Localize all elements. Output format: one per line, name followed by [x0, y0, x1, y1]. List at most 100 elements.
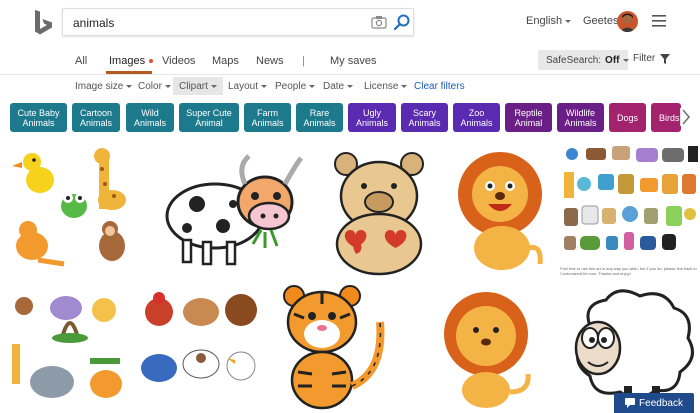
pill-line2: Animals: [79, 117, 112, 128]
chat-icon: [625, 398, 636, 408]
pill-scary[interactable]: Scary Animals: [401, 103, 448, 132]
safesearch-value: Off: [605, 54, 620, 66]
pill-line1: Dogs: [616, 112, 638, 123]
filter-people-label: People: [275, 81, 307, 92]
pill-line1: Reptile: [514, 107, 543, 118]
language-selector[interactable]: English: [526, 15, 572, 27]
filter-button[interactable]: Filter: [633, 53, 671, 64]
pill-line2: Animals: [564, 117, 597, 128]
filter-people[interactable]: People: [275, 81, 316, 92]
image-result-cute-lion[interactable]: [424, 282, 554, 410]
filter-license[interactable]: License: [364, 81, 408, 92]
pill-line2: Animals: [460, 117, 493, 128]
image-result-farm-animals[interactable]: [135, 288, 265, 404]
filter-image-size-label: Image size: [75, 81, 124, 92]
search-input[interactable]: [73, 14, 353, 32]
pill-line1: Super Cute: [186, 107, 232, 118]
pill-line1: Wild: [141, 107, 159, 118]
pill-reptile[interactable]: Reptile Animal: [505, 103, 552, 132]
caret-down-icon: [210, 84, 217, 88]
filter-layout[interactable]: Layout: [228, 81, 268, 92]
camera-icon[interactable]: [371, 15, 387, 29]
filter-icon: [660, 53, 671, 64]
pill-line2: Animal: [514, 117, 543, 128]
caret-down-icon: [126, 84, 133, 88]
image-result-cartoon-animals[interactable]: [4, 144, 138, 276]
safesearch-dropdown[interactable]: SafeSearch: Off: [538, 50, 629, 70]
image-result-teddy-bear[interactable]: [320, 144, 438, 276]
pill-zoo[interactable]: Zoo Animals: [453, 103, 500, 132]
tab-all[interactable]: All: [75, 55, 87, 67]
filter-license-label: License: [364, 81, 399, 92]
filter-color-label: Color: [138, 81, 162, 92]
filter-layout-label: Layout: [228, 81, 259, 92]
pill-line2: Animals: [22, 117, 55, 128]
filter-date[interactable]: Date: [323, 81, 354, 92]
pill-line2: Animals: [303, 117, 336, 128]
pill-line2: Animals: [355, 117, 388, 128]
tab-my-saves[interactable]: My saves: [330, 55, 376, 67]
image-result-jungle-animals[interactable]: [4, 288, 132, 404]
pill-line1: Wildlife: [565, 107, 595, 118]
caret-down-icon: [347, 84, 354, 88]
pill-line2: Animals: [408, 117, 441, 128]
pill-farm[interactable]: Farm Animals: [244, 103, 291, 132]
clear-filters-link[interactable]: Clear filters: [414, 81, 465, 92]
pill-birds[interactable]: Birds: [651, 103, 681, 132]
pill-rare[interactable]: Rare Animals: [296, 103, 343, 132]
menu-icon[interactable]: [652, 14, 666, 27]
image-result-lion[interactable]: [444, 144, 554, 276]
feedback-button[interactable]: Feedback: [614, 393, 694, 413]
caret-down-icon: [622, 58, 629, 62]
tab-images-label: Images: [109, 55, 146, 67]
pill-cartoon[interactable]: Cartoon Animals: [72, 103, 120, 132]
search-box: [62, 8, 414, 36]
feedback-label: Feedback: [639, 397, 683, 409]
pill-line1: Rare: [309, 107, 330, 118]
tab-separator: |: [302, 55, 305, 67]
tab-news[interactable]: News: [256, 55, 284, 67]
header-divider: [0, 74, 700, 75]
caret-down-icon: [401, 84, 408, 88]
filter-clipart-label: Clipart: [179, 81, 208, 92]
pill-ugly[interactable]: Ugly Animals: [348, 103, 396, 132]
caret-down-icon: [565, 19, 572, 23]
pill-line2: Animal: [195, 117, 223, 128]
bing-logo[interactable]: [32, 8, 56, 38]
safesearch-label: SafeSearch:: [546, 54, 602, 66]
tab-images[interactable]: Images: [109, 55, 154, 67]
pill-super-cute[interactable]: Super Cute Animal: [179, 103, 239, 132]
caret-down-icon: [261, 84, 268, 88]
image-result-cow[interactable]: [145, 144, 305, 276]
avatar[interactable]: [617, 11, 638, 32]
pill-line2: Animals: [133, 117, 166, 128]
filter-label: Filter: [633, 53, 656, 64]
filter-date-label: Date: [323, 81, 345, 92]
search-icon[interactable]: [393, 13, 411, 31]
pill-line1: Birds: [659, 112, 680, 123]
new-dot-icon: [149, 59, 154, 64]
tab-videos[interactable]: Videos: [162, 55, 195, 67]
image-result-zoo-animals-set[interactable]: [558, 144, 700, 264]
pill-wild[interactable]: Wild Animals: [126, 103, 174, 132]
filter-image-size[interactable]: Image size: [75, 81, 133, 92]
caret-down-icon: [164, 84, 171, 88]
pill-cute-baby[interactable]: Cute Baby Animals: [10, 103, 67, 132]
image-result-tiger[interactable]: [272, 282, 412, 410]
image-result-sheep[interactable]: [560, 282, 700, 410]
pill-line1: Cute Baby: [17, 107, 60, 118]
language-label: English: [526, 15, 563, 27]
pill-line1: Scary: [412, 107, 436, 118]
pill-dogs[interactable]: Dogs: [609, 103, 646, 132]
tab-maps[interactable]: Maps: [212, 55, 239, 67]
pill-line2: Animals: [251, 117, 284, 128]
pill-line1: Cartoon: [79, 107, 113, 118]
chevron-right-icon[interactable]: [680, 108, 692, 126]
pill-line1: Zoo: [468, 107, 485, 118]
filter-color[interactable]: Color: [138, 81, 171, 92]
image-caption: Feel free to use this art in any way you…: [560, 266, 697, 276]
pill-wildlife[interactable]: Wildlife Animals: [557, 103, 604, 132]
filter-clipart[interactable]: Clipart: [173, 77, 223, 95]
pill-line1: Farm: [256, 107, 278, 118]
pill-line1: Ugly: [362, 107, 381, 118]
